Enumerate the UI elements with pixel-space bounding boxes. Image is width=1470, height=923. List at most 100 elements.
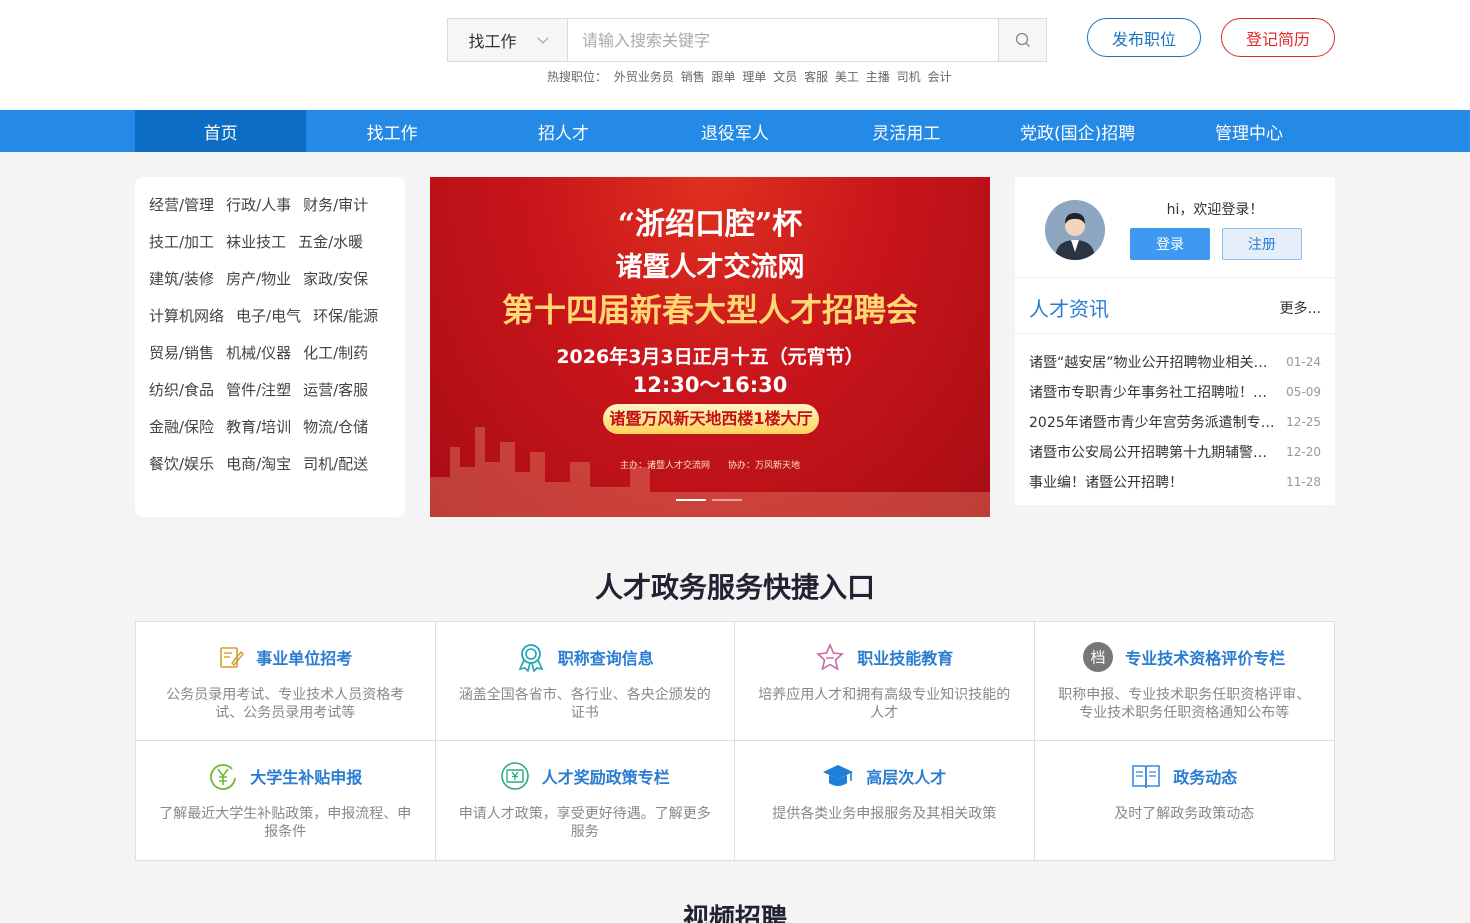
carousel-dot-active[interactable] [676,499,706,501]
category-link[interactable]: 五金/水暖 [298,231,363,268]
category-link[interactable]: 行政/人事 [226,194,291,231]
site-header: 找工作 热搜职位： 外贸业务员 销售 跟单 理单 文员 客服 美工 主播 司机 … [0,0,1470,110]
service-card-graduate-subsidy[interactable]: 大学生补贴申报 了解最近大学生补贴政策，申报流程、申报条件 [136,741,436,860]
service-card-talent-reward[interactable]: 人才奖励政策专栏 申请人才政策，享受更好待遇。了解更多服务 [436,741,735,860]
category-link[interactable]: 电子/电气 [236,305,301,342]
news-item-date: 12-20 [1286,445,1321,459]
hot-keyword-link[interactable]: 主播 [866,70,890,84]
category-link[interactable]: 司机/配送 [303,453,368,490]
main-nav: 首页 找工作 招人才 退役军人 灵活用工 党政(国企)招聘 管理中心 [0,110,1470,152]
news-item[interactable]: 诸暨市公安局公开招聘第十九期辅警公告 12-20 [1029,437,1321,467]
hot-keyword-link[interactable]: 文员 [773,70,797,84]
category-link[interactable]: 房产/物业 [226,268,291,305]
news-item-date: 01-24 [1286,355,1321,369]
category-link[interactable]: 金融/保险 [149,416,214,453]
category-link[interactable]: 管件/注塑 [226,379,291,416]
category-link[interactable]: 机械/仪器 [226,342,291,379]
category-link[interactable]: 技工/加工 [149,231,214,268]
category-link[interactable]: 财务/审计 [303,194,368,231]
category-link[interactable]: 餐饮/娱乐 [149,453,214,490]
register-resume-button[interactable]: 登记简历 [1221,18,1335,57]
category-link[interactable]: 计算机网络 [149,305,224,342]
search-input[interactable] [568,19,998,61]
category-link[interactable]: 化工/制药 [303,342,368,379]
category-link[interactable]: 贸易/销售 [149,342,214,379]
news-list: 诸暨“越安居”物业公开招聘物业相关人员 01-24 诸暨市专职青少年事务社工招聘啦… [1029,347,1321,497]
news-item-title[interactable]: 诸暨市公安局公开招聘第十九期辅警公告 [1029,442,1277,462]
category-link[interactable]: 建筑/装修 [149,268,214,305]
hot-keyword-link[interactable]: 理单 [742,70,766,84]
hot-searches: 热搜职位： 外贸业务员 销售 跟单 理单 文员 客服 美工 主播 司机 会计 [547,68,954,85]
post-job-button[interactable]: 发布职位 [1087,18,1201,57]
service-name: 人才奖励政策专栏 [541,768,670,787]
service-card-title-query[interactable]: 职称查询信息 涵盖全国各省市、各行业、各央企颁发的证书 [435,622,735,741]
news-item-title[interactable]: 2025年诸暨市青少年宫劳务派遣制专职教师招聘 [1029,412,1277,432]
register-button[interactable]: 注册 [1222,228,1302,260]
category-link[interactable]: 纺织/食品 [149,379,214,416]
nav-item-admin[interactable]: 管理中心 [1163,110,1334,152]
nav-item-home[interactable]: 首页 [135,110,307,152]
job-fair-banner[interactable]: “浙绍口腔”杯 诸暨人才交流网 第十四届新春大型人才招聘会 2026年3月3日正… [430,177,990,517]
service-desc: 培养应用人才和拥有高级专业知识技能的人才 [758,687,1011,721]
news-item[interactable]: 诸暨市专职青少年事务社工招聘啦！快来报名 05-09 [1029,377,1321,407]
hot-keyword-link[interactable]: 外贸业务员 [614,70,674,84]
banner-date: 2026年3月3日正月十五（元宵节） [556,346,864,368]
service-name: 大学生补贴申报 [250,768,363,787]
service-card-gov-news[interactable]: 政务动态 及时了解政务政策动态 [1035,741,1335,860]
service-name: 政务动态 [1173,768,1238,787]
category-link[interactable]: 袜业技工 [226,231,286,268]
service-card-high-level-talent[interactable]: 高层次人才 提供各类业务申报服务及其相关政策 [735,741,1035,860]
service-desc: 公务员录用考试、专业技术人员资格考试、公务员录用考试等 [166,687,405,721]
category-link[interactable]: 物流/仓储 [303,416,368,453]
category-link[interactable]: 教育/培训 [226,416,291,453]
banner-time: 12:30～16:30 [632,373,788,397]
services-section-title: 人才政务服务快捷入口 [594,571,875,604]
service-card-exam[interactable]: 事业单位招考 公务员录用考试、专业技术人员资格考试、公务员录用考试等 [136,622,436,741]
hot-keyword-link[interactable]: 司机 [897,70,921,84]
hot-keyword-link[interactable]: 美工 [835,70,859,84]
carousel-indicators [676,499,742,501]
service-card-qualification[interactable]: 档 专业技术资格评价专栏 职称申报、专业技术职务任职资格评审、专业技术职务任职资… [1034,622,1334,741]
search-type-label: 找工作 [468,32,517,51]
graduation-icon [823,765,854,786]
star-icon [816,643,845,671]
nav-item-veterans[interactable]: 退役军人 [649,110,820,152]
category-link[interactable]: 环保/能源 [313,305,378,342]
news-item-date: 12-25 [1286,415,1321,429]
news-item[interactable]: 事业编！诸暨公开招聘！ 11-28 [1029,467,1321,497]
money-icon [500,762,529,790]
nav-item-party-recruit[interactable]: 党政(国企)招聘 [992,110,1163,152]
login-news-panel: hi，欢迎登录！ 登录 注册 人才资讯 更多... 诸暨“越安居”物业公开招聘物… [1015,177,1335,505]
service-desc: 提供各类业务申报服务及其相关政策 [772,806,997,822]
hot-keyword-link[interactable]: 客服 [804,70,828,84]
nav-item-recruit[interactable]: 招人才 [478,110,649,152]
search-button[interactable] [998,19,1046,61]
banner-line-2: 诸暨人才交流网 [615,252,805,283]
avatar [1045,200,1105,260]
category-link[interactable]: 家政/安保 [303,268,368,305]
job-category-panel: 经营/管理 行政/人事 财务/审计 技工/加工 袜业技工 五金/水暖 建筑/装修 房产/物… [135,177,405,517]
category-link[interactable]: 电商/淘宝 [226,453,291,490]
news-item[interactable]: 2025年诸暨市青少年宫劳务派遣制专职教师招聘 12-25 [1029,407,1321,437]
service-card-skills[interactable]: 职业技能教育 培养应用人才和拥有高级专业知识技能的人才 [735,622,1035,741]
category-link[interactable]: 经营/管理 [149,194,214,231]
news-more-link[interactable]: 更多... [1280,298,1321,318]
banner-headline: 第十四届新春大型人才招聘会 [501,291,918,329]
nav-item-find-job[interactable]: 找工作 [306,110,477,152]
hot-keyword-link[interactable]: 会计 [927,70,951,84]
search-type-select[interactable]: 找工作 [448,19,568,61]
divider [1015,333,1335,334]
news-item-title[interactable]: 诸暨市专职青少年事务社工招聘啦！快来报名 [1029,382,1277,402]
carousel-dot[interactable] [712,499,742,501]
service-desc: 了解最近大学生补贴政策，申报流程、申报条件 [159,806,412,840]
nav-item-flexible-work[interactable]: 灵活用工 [821,110,992,152]
news-item[interactable]: 诸暨“越安居”物业公开招聘物业相关人员 01-24 [1029,347,1321,377]
archive-icon: 档 [1083,642,1114,672]
service-desc: 职称申报、专业技术职务任职资格评审、专业技术职务任职资格通知公布等 [1058,687,1311,721]
news-item-title[interactable]: 事业编！诸暨公开招聘！ [1029,472,1277,492]
category-link[interactable]: 运营/客服 [303,379,368,416]
hot-keyword-link[interactable]: 跟单 [712,70,736,84]
hot-keyword-link[interactable]: 销售 [681,70,705,84]
news-item-title[interactable]: 诸暨“越安居”物业公开招聘物业相关人员 [1029,352,1277,372]
login-button[interactable]: 登录 [1130,228,1210,260]
